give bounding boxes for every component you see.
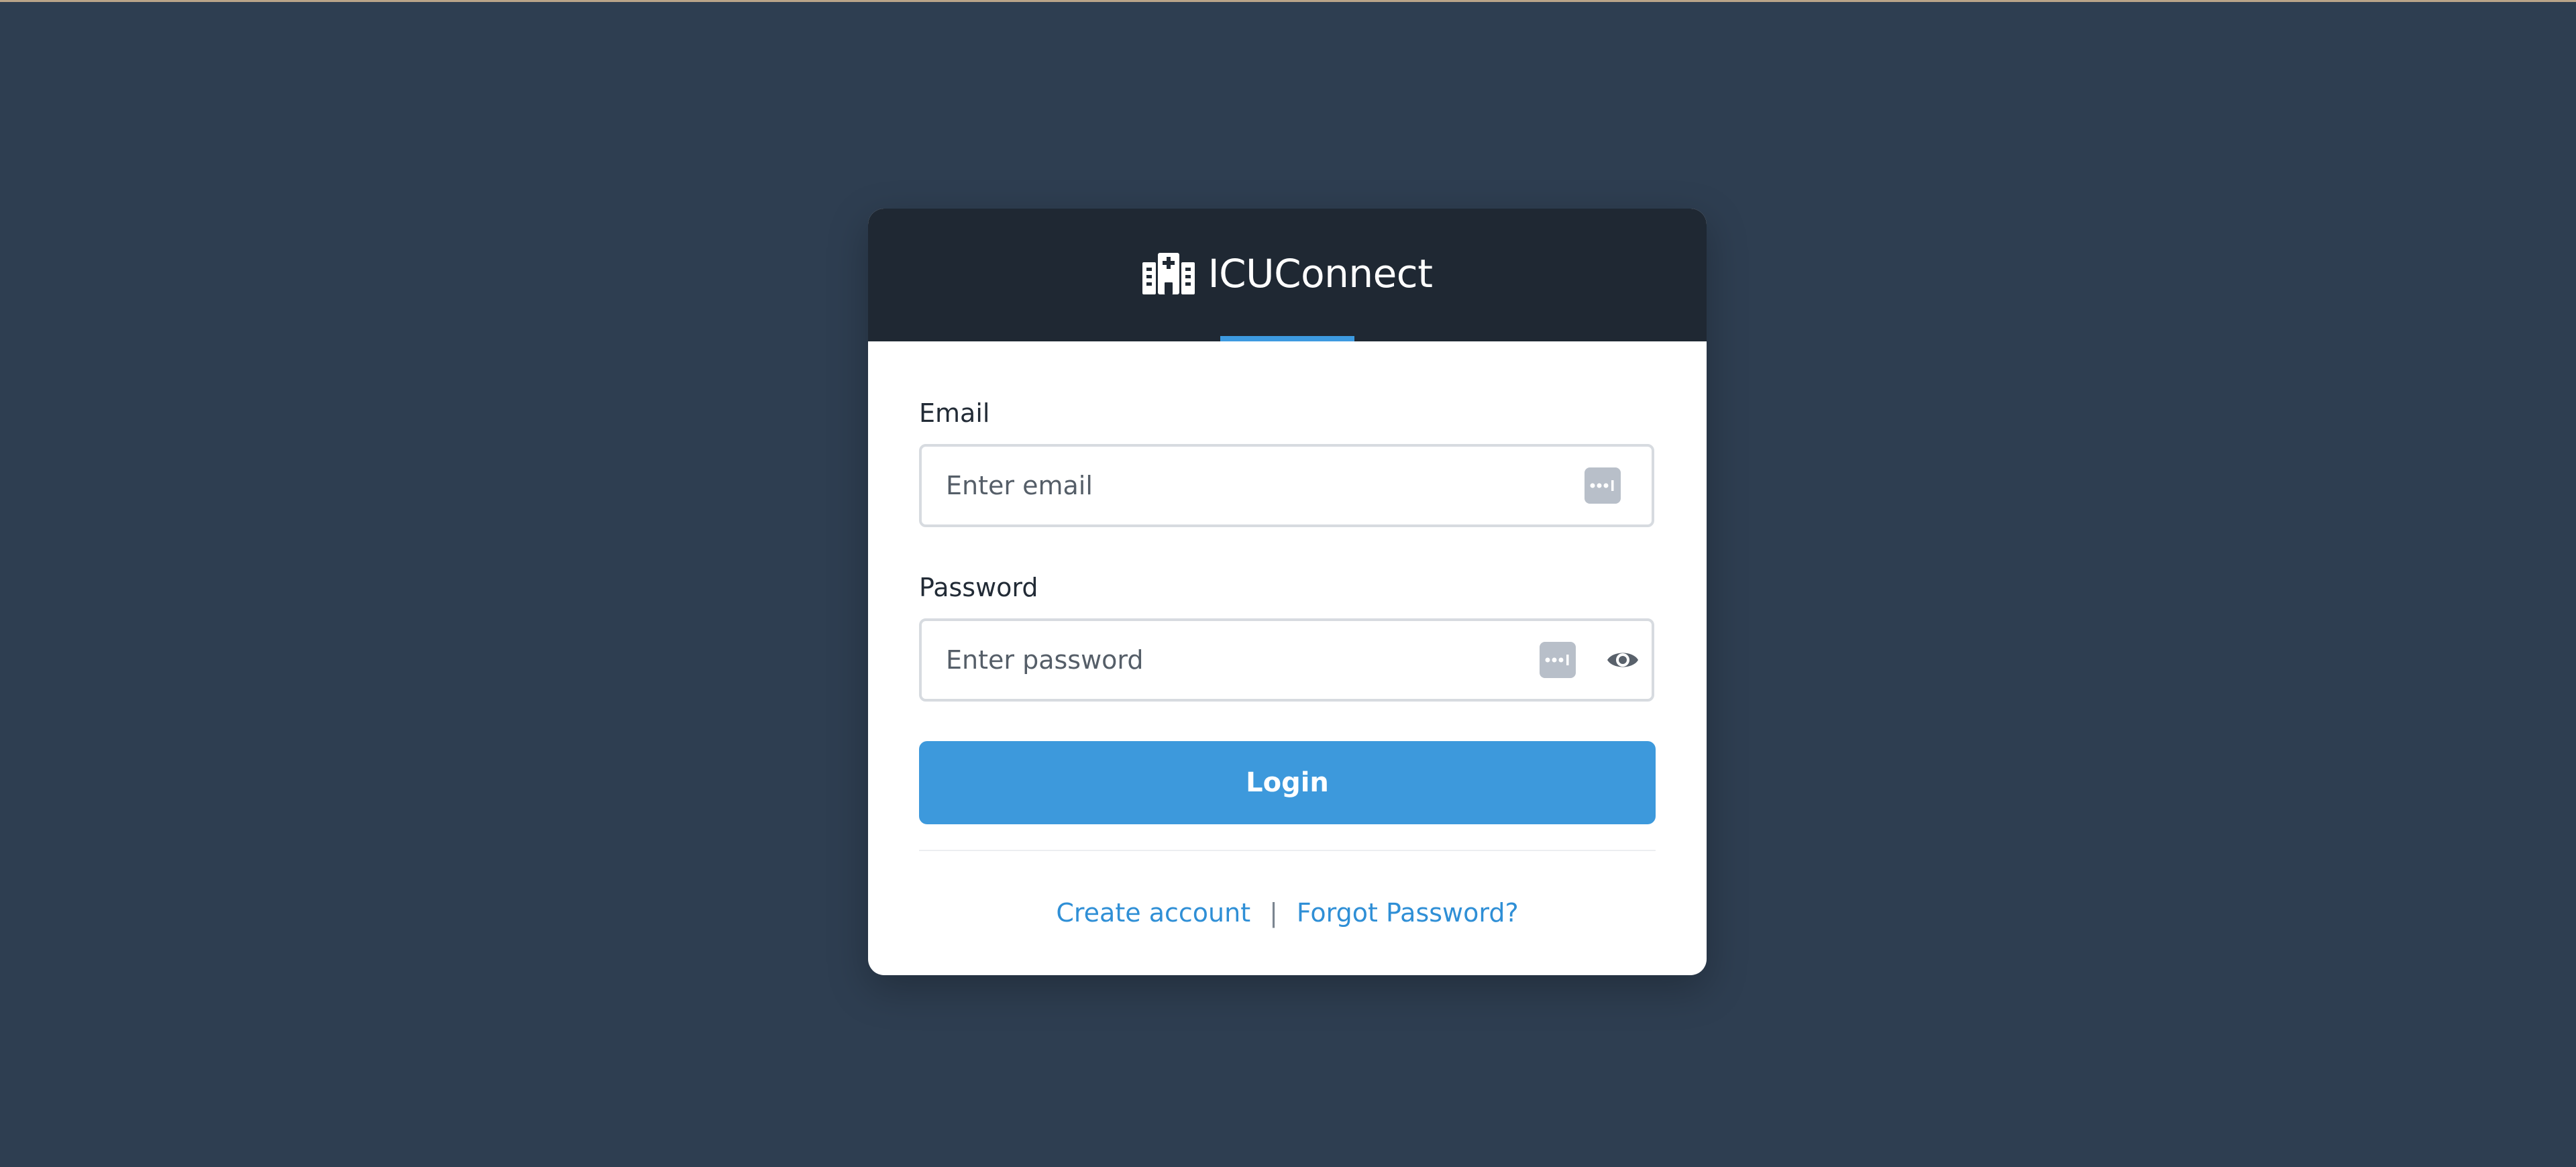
window-top-border	[0, 0, 2576, 2]
password-manager-icon[interactable]	[1540, 642, 1576, 678]
app-title: ICUConnect	[1208, 251, 1433, 296]
show-password-eye-icon[interactable]	[1605, 642, 1641, 678]
create-account-link[interactable]: Create account	[1056, 898, 1250, 928]
password-field-container[interactable]	[919, 618, 1654, 702]
brand: ICUConnect	[868, 253, 1707, 294]
email-field-container[interactable]	[919, 444, 1654, 527]
forgot-password-link[interactable]: Forgot Password?	[1297, 898, 1519, 928]
header-accent-bar	[1220, 336, 1354, 341]
email-input[interactable]	[946, 447, 1483, 524]
link-separator: |	[1269, 898, 1278, 928]
login-button[interactable]: Login	[919, 741, 1656, 824]
email-label: Email	[919, 398, 990, 428]
password-manager-icon[interactable]	[1585, 467, 1621, 504]
auth-links: Create account | Forgot Password?	[868, 898, 1707, 928]
password-input[interactable]	[946, 621, 1483, 699]
divider	[919, 850, 1656, 851]
card-header: ICUConnect	[868, 209, 1707, 341]
password-label: Password	[919, 573, 1038, 602]
login-card: ICUConnect Email Password	[868, 209, 1707, 975]
hospital-icon	[1142, 253, 1195, 294]
